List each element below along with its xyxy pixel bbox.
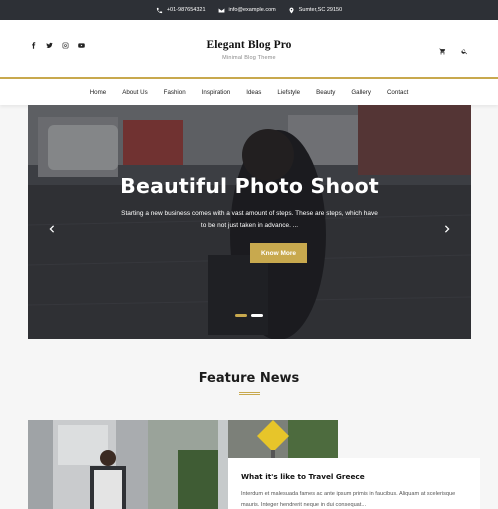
- slider-dot[interactable]: [235, 314, 247, 317]
- article-excerpt: Interdum et malesuada fames ac ante ipsu…: [241, 491, 456, 508]
- top-info-bar: +01-987654321 info@example.com Sumter,SC…: [0, 0, 498, 20]
- feature-image-man-street[interactable]: [28, 420, 148, 509]
- phone-text: +01-987654321: [166, 7, 206, 13]
- nav-item-gallery[interactable]: Gallery: [351, 89, 371, 96]
- address-text: Sumter,SC 29150: [298, 7, 343, 13]
- envelope-icon: [218, 7, 224, 13]
- phone-icon: [156, 7, 162, 13]
- featured-article-card[interactable]: What it's like to Travel Greece Interdum…: [228, 458, 480, 509]
- nav-item-fashion[interactable]: Fashion: [164, 89, 186, 96]
- main-navigation: Home About Us Fashion Inspiration Ideas …: [0, 79, 498, 105]
- search-icon[interactable]: [461, 42, 468, 60]
- site-title[interactable]: Elegant Blog Pro: [0, 39, 498, 51]
- nav-item-contact[interactable]: Contact: [387, 89, 408, 96]
- site-branding: Elegant Blog Pro Minimal Blog Theme: [0, 39, 498, 61]
- site-tagline: Minimal Blog Theme: [222, 55, 276, 61]
- nav-item-about-us[interactable]: About Us: [122, 89, 147, 96]
- chevron-left-icon[interactable]: [48, 220, 56, 233]
- email-text: info@example.com: [228, 7, 276, 13]
- nav-item-inspiration[interactable]: Inspiration: [202, 89, 231, 96]
- site-header: Elegant Blog Pro Minimal Blog Theme: [0, 20, 498, 78]
- hero-slider: Beautiful Photo Shoot Starting a new bus…: [28, 105, 471, 339]
- header-actions: [439, 42, 468, 60]
- map-pin-icon: [289, 7, 294, 13]
- hero-text: Starting a new business comes with a vas…: [121, 210, 378, 229]
- nav-item-ideas[interactable]: Ideas: [246, 89, 261, 96]
- slider-dots: [235, 314, 263, 317]
- address-contact: Sumter,SC 29150: [288, 7, 342, 14]
- phone-contact[interactable]: +01-987654321: [156, 7, 206, 14]
- email-contact[interactable]: info@example.com: [218, 7, 276, 14]
- nav-item-lifestyle[interactable]: Liefstyle: [277, 89, 300, 96]
- chevron-right-icon[interactable]: [443, 220, 451, 233]
- nav-item-home[interactable]: Home: [90, 89, 107, 96]
- article-title[interactable]: What it's like to Travel Greece: [241, 472, 467, 481]
- nav-item-beauty[interactable]: Beauty: [316, 89, 335, 96]
- section-title-underline: [239, 392, 260, 395]
- feature-section-title: Feature News: [198, 371, 300, 386]
- hero-title: Beautiful Photo Shoot: [120, 174, 379, 198]
- know-more-button[interactable]: Know More: [250, 243, 307, 263]
- slider-dot[interactable]: [251, 314, 263, 317]
- cart-icon[interactable]: [439, 42, 446, 60]
